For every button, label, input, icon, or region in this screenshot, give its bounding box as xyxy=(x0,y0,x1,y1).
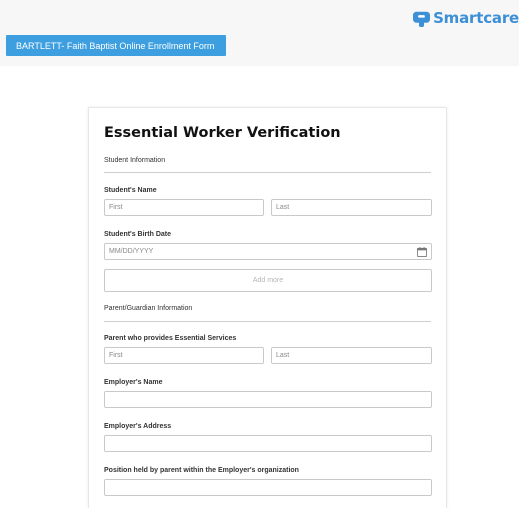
employer-name-label: Employer's Name xyxy=(104,379,163,386)
top-bar: Smartcare BARTLETT- Faith Baptist Online… xyxy=(0,0,519,66)
birth-date-placeholder: MM/DD/YYYY xyxy=(109,248,154,255)
form-tab[interactable]: BARTLETT- Faith Baptist Online Enrollmen… xyxy=(6,35,226,56)
student-last-name-input[interactable]: Last xyxy=(271,199,432,216)
position-label: Position held by parent within the Emplo… xyxy=(104,467,299,474)
birth-date-label: Student's Birth Date xyxy=(104,231,172,238)
smartcare-logo-icon xyxy=(413,11,431,27)
section-divider xyxy=(104,321,431,322)
calendar-icon[interactable] xyxy=(417,247,427,257)
section-divider xyxy=(104,172,431,173)
parent-first-name-input[interactable]: First xyxy=(104,347,264,364)
employer-name-input[interactable] xyxy=(104,391,432,408)
employer-address-label: Employer's Address xyxy=(104,423,172,430)
employer-address-input[interactable] xyxy=(104,435,432,452)
section-student-information: Student Information xyxy=(104,157,166,164)
birth-date-input[interactable]: MM/DD/YYYY xyxy=(104,243,432,260)
brand-name: Smartcare xyxy=(433,9,519,27)
parent-name-label: Parent who provides Essential Services xyxy=(104,335,237,342)
section-parent-information: Parent/Guardian Information xyxy=(104,305,193,312)
student-name-label: Student's Name xyxy=(104,187,157,194)
position-input[interactable] xyxy=(104,479,432,496)
parent-last-name-input[interactable]: Last xyxy=(271,347,432,364)
student-first-name-input[interactable]: First xyxy=(104,199,264,216)
form-card: Essential Worker Verification Student In… xyxy=(88,107,447,508)
brand-logo[interactable]: Smartcare xyxy=(413,8,519,28)
form-title: Essential Worker Verification xyxy=(104,125,341,141)
add-more-button[interactable]: Add more xyxy=(104,269,432,292)
